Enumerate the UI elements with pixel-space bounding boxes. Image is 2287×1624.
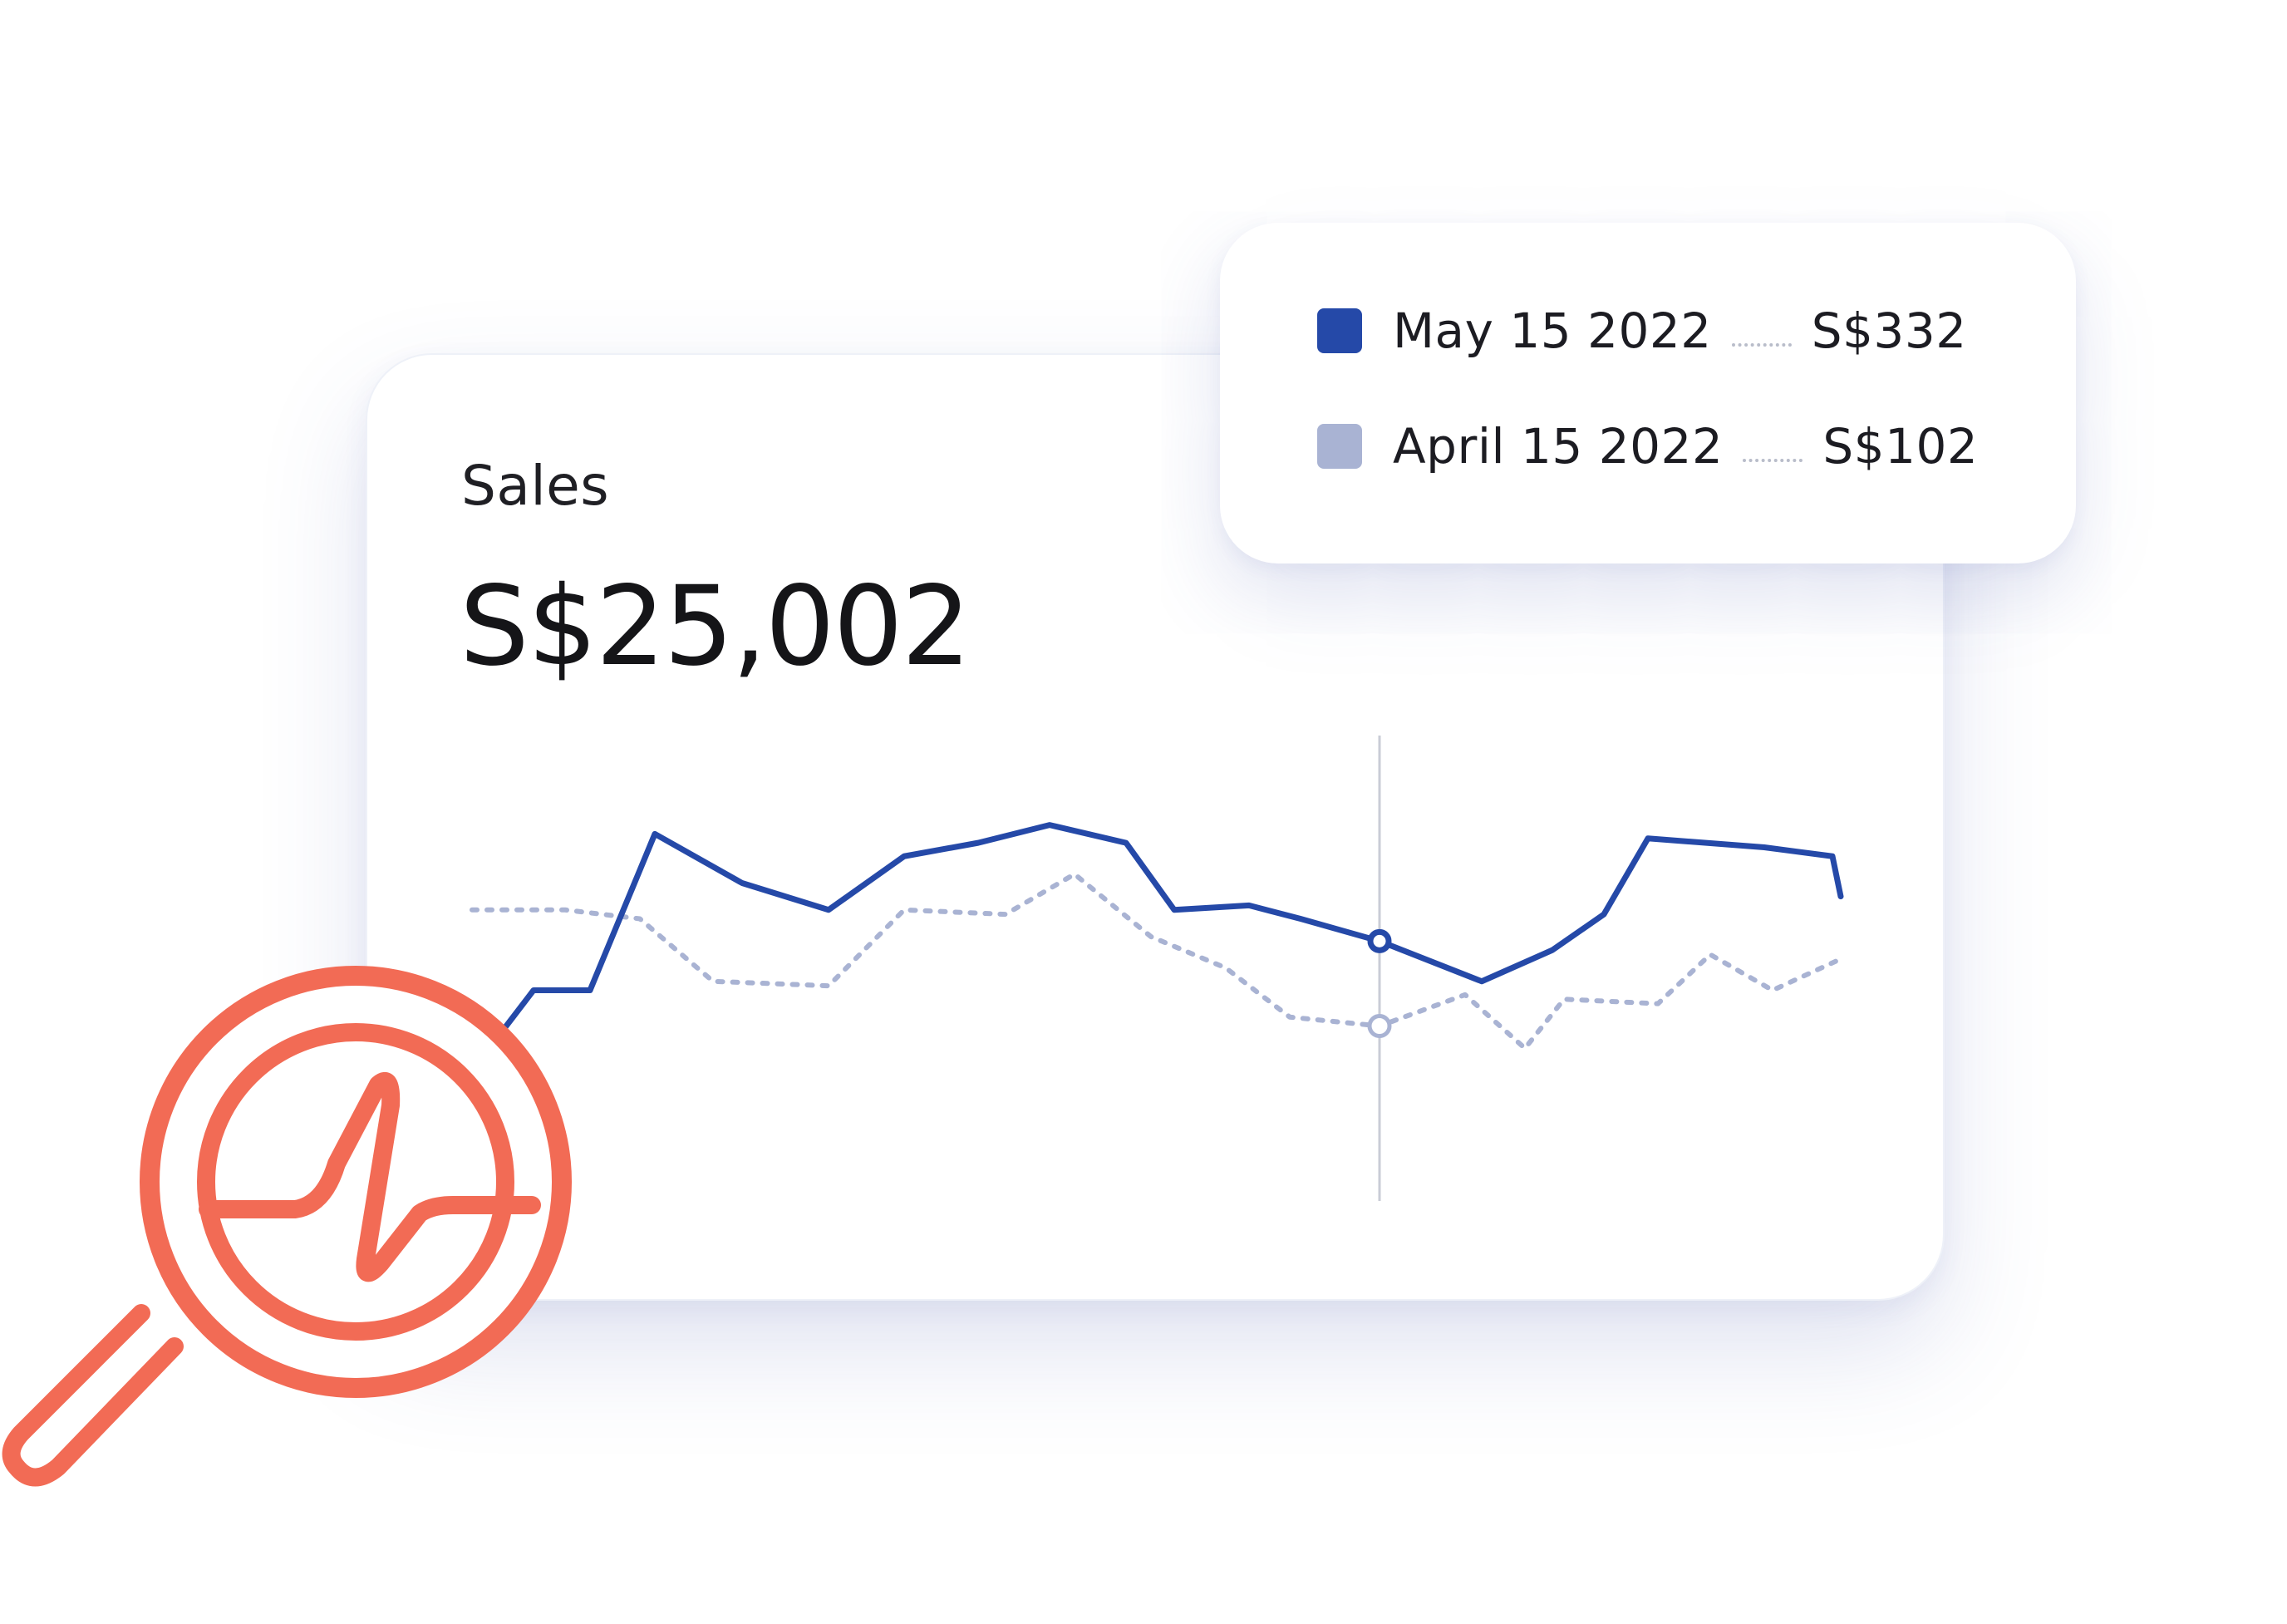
leader-dots (1743, 459, 1803, 462)
series-line-current (469, 822, 1844, 1074)
leader-dots (1731, 343, 1792, 347)
highlight-point-current (1367, 928, 1392, 953)
highlight-point-previous (1367, 1014, 1392, 1038)
tooltip-value-previous: S$102 (1822, 418, 1979, 475)
comparison-tooltip (1220, 223, 2076, 563)
tooltip-value-current: S$332 (1811, 303, 1967, 359)
series-line-previous (470, 871, 1843, 1051)
tooltip-row-previous: April 15 2022 S$102 (1317, 417, 1978, 475)
tooltip-row-current: May 15 2022 S$332 (1317, 302, 1967, 360)
tooltip-date-previous: April 15 2022 (1393, 418, 1724, 475)
legend-swatch-current (1317, 308, 1362, 353)
magnifier-heartbeat-icon (2, 966, 572, 1487)
tooltip-date-current: May 15 2022 (1393, 303, 1712, 359)
legend-swatch-previous (1317, 424, 1362, 469)
